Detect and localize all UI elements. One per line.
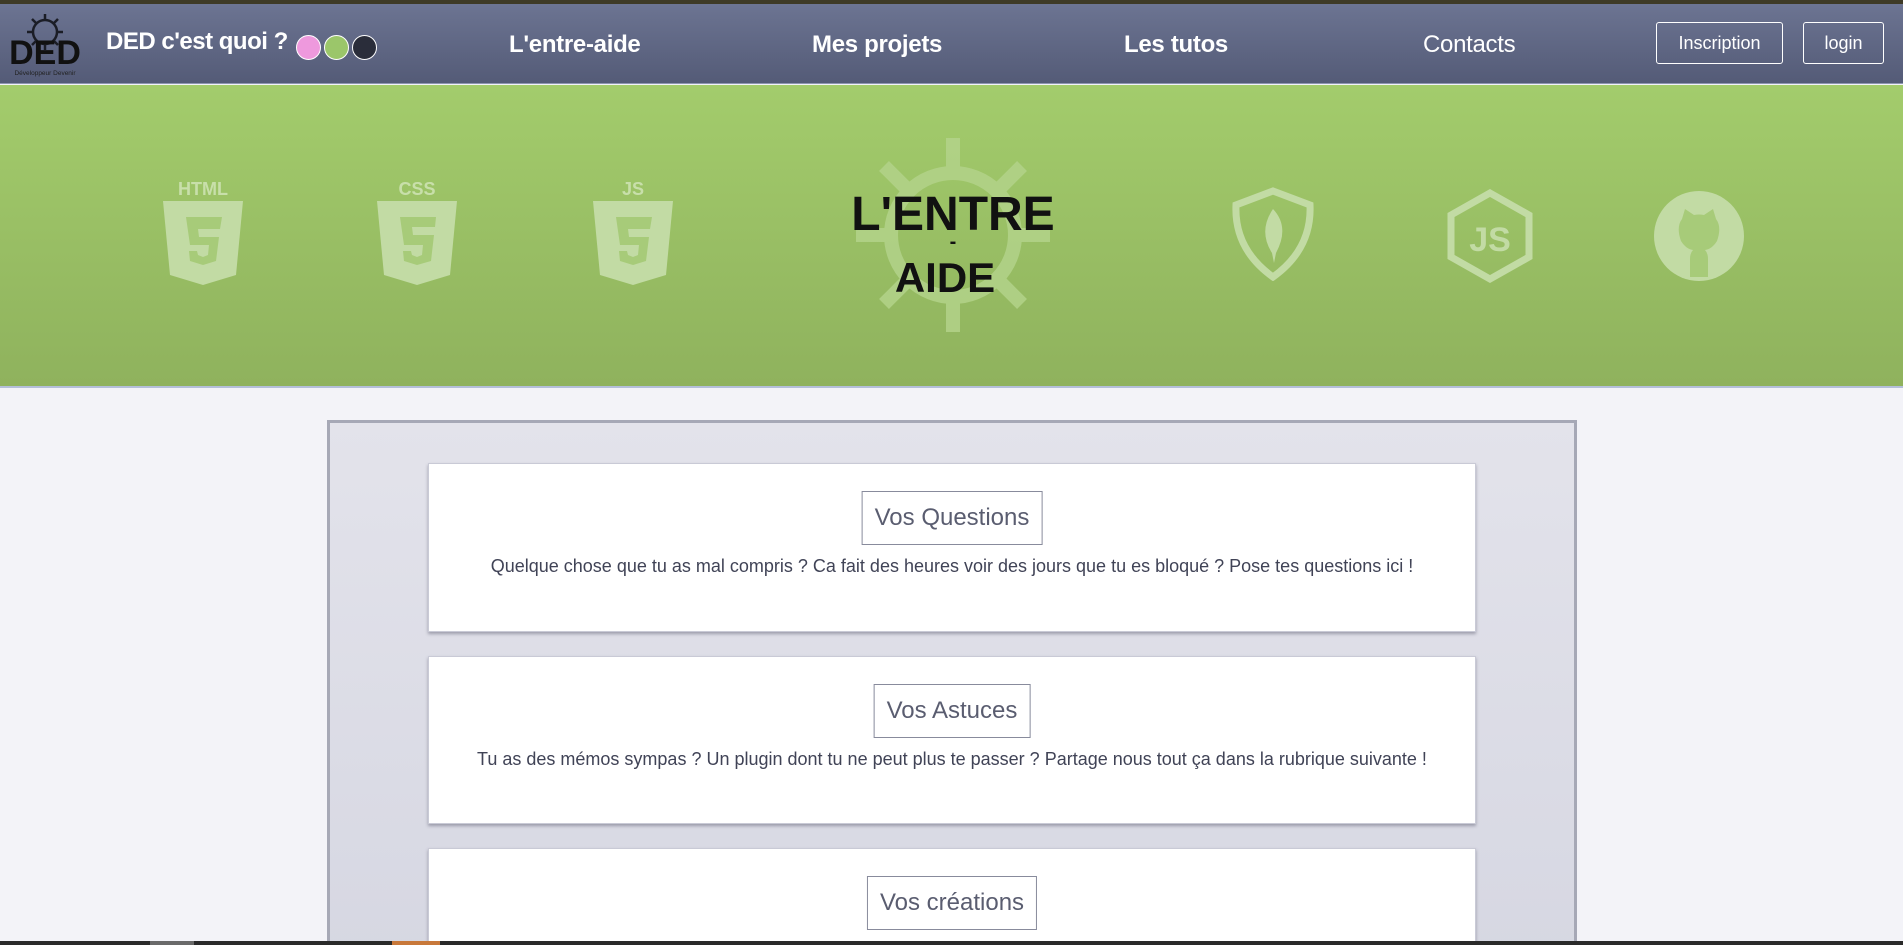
card-creations-title-button[interactable]: Vos créations: [866, 876, 1038, 930]
logo-text: DED: [9, 34, 81, 72]
card-astuces-title-button[interactable]: Vos Astuces: [873, 684, 1031, 738]
css3-icon: CSS: [377, 179, 457, 285]
theme-dot-green[interactable]: [324, 35, 349, 60]
css3-label: CSS: [398, 179, 435, 199]
hero-title-line2: AIDE: [895, 254, 995, 301]
theme-dot-pink[interactable]: [296, 35, 321, 60]
signup-button[interactable]: Inscription: [1656, 22, 1783, 64]
nav-link-les-tutos[interactable]: Les tutos: [1124, 31, 1228, 59]
brand-title-link[interactable]: DED c'est quoi ?: [106, 28, 288, 56]
github-icon: [1654, 191, 1744, 281]
login-button[interactable]: login: [1803, 22, 1884, 64]
mongodb-icon: [1232, 187, 1314, 281]
card-questions-title-button[interactable]: Vos Questions: [861, 491, 1043, 545]
js-label: JS: [622, 179, 644, 199]
gear-icon: L'ENTRE - AIDE: [851, 138, 1055, 332]
gear-logo-icon: DED Développeur Devenir: [9, 14, 81, 77]
card-questions: Vos Questions Quelque chose que tu as ma…: [428, 463, 1476, 632]
logo-subtext: Développeur Devenir: [14, 70, 76, 77]
card-astuces-description: Tu as des mémos sympas ? Un plugin dont …: [477, 749, 1427, 769]
brand-logo[interactable]: DED Développeur Devenir: [2, 10, 88, 78]
hero-banner: HTML CSS JS L'ENTRE - AIDE JS: [0, 85, 1903, 388]
card-creations: Vos créations: [428, 848, 1476, 945]
html5-label: HTML: [178, 179, 228, 199]
hero-title-dash: -: [950, 231, 957, 253]
navbar: DED Développeur Devenir DED c'est quoi ?…: [0, 4, 1903, 84]
nav-link-entre-aide[interactable]: L'entre-aide: [509, 31, 641, 59]
nav-link-contacts[interactable]: Contacts: [1423, 31, 1516, 59]
svg-text:JS: JS: [1469, 221, 1511, 259]
nodejs-icon: JS: [1447, 189, 1533, 283]
html5-icon: HTML: [163, 179, 243, 285]
javascript-icon: JS: [593, 179, 673, 285]
theme-dot-dark[interactable]: [352, 35, 377, 60]
card-astuces: Vos Astuces Tu as des mémos sympas ? Un …: [428, 656, 1476, 824]
bottom-taskbar-strip: [0, 941, 1903, 945]
nav-link-mes-projets[interactable]: Mes projets: [812, 31, 942, 59]
card-questions-description: Quelque chose que tu as mal compris ? Ca…: [490, 556, 1414, 576]
